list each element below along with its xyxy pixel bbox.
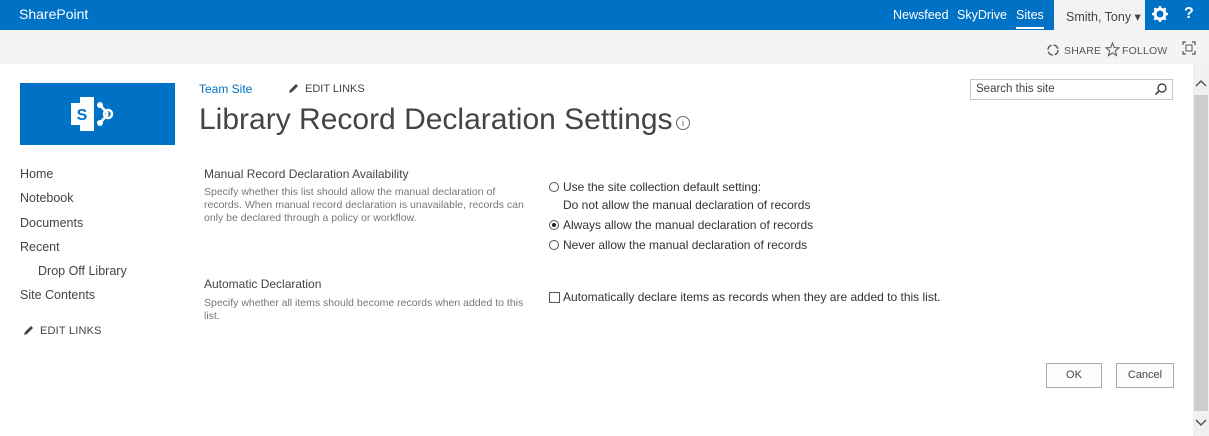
nav-home[interactable]: Home xyxy=(20,167,53,181)
skydrive-link[interactable]: SkyDrive xyxy=(957,8,1007,22)
radio-always-allow[interactable] xyxy=(549,220,559,230)
nav-drop-off-library[interactable]: Drop Off Library xyxy=(38,264,127,278)
search-input[interactable]: Search this site xyxy=(970,79,1173,100)
option-always-allow-label: Always allow the manual declaration of r… xyxy=(563,218,814,232)
sharepoint-logo-icon: S xyxy=(71,97,114,131)
nav-documents[interactable]: Documents xyxy=(20,216,83,230)
cancel-button[interactable]: Cancel xyxy=(1116,363,1174,388)
ribbon-bar xyxy=(0,30,1209,64)
scrollbar-thumb[interactable] xyxy=(1194,95,1208,411)
help-icon[interactable]: ? xyxy=(1184,5,1194,23)
pencil-icon[interactable] xyxy=(287,83,299,95)
nav-edit-links[interactable]: EDIT LINKS xyxy=(40,325,102,337)
svg-text:S: S xyxy=(77,107,88,124)
auto-declare-label: Automatically declare items as records w… xyxy=(563,290,941,304)
newsfeed-link[interactable]: Newsfeed xyxy=(893,8,949,22)
manual-section-description: Specify whether this list should allow t… xyxy=(204,186,524,224)
follow-button[interactable]: FOLLOW xyxy=(1122,45,1168,57)
option-use-default-detail: Do not allow the manual declaration of r… xyxy=(563,198,811,212)
page-title: Library Record Declaration Settings xyxy=(199,103,673,136)
ok-button[interactable]: OK xyxy=(1046,363,1102,388)
radio-never-allow[interactable] xyxy=(549,240,559,250)
share-icon[interactable] xyxy=(1046,43,1060,57)
automatic-section-title: Automatic Declaration xyxy=(204,277,322,291)
gear-icon[interactable] xyxy=(1151,5,1169,23)
search-icon[interactable] xyxy=(1154,82,1168,96)
site-logo[interactable]: S xyxy=(20,83,175,145)
auto-declare-checkbox[interactable] xyxy=(549,292,560,303)
option-never-allow-label: Never allow the manual declaration of re… xyxy=(563,238,808,252)
sharepoint-brand[interactable]: SharePoint xyxy=(19,6,88,22)
share-button[interactable]: SHARE xyxy=(1064,45,1101,57)
focus-content-icon[interactable] xyxy=(1182,41,1196,55)
sites-link[interactable]: Sites xyxy=(1016,8,1044,29)
breadcrumb-team-site[interactable]: Team Site xyxy=(199,82,252,96)
manual-section-title: Manual Record Declaration Availability xyxy=(204,167,409,181)
user-menu[interactable]: Smith, Tony ▾ xyxy=(1066,9,1141,24)
option-use-default-label: Use the site collection default setting: xyxy=(563,180,762,194)
nav-site-contents[interactable]: Site Contents xyxy=(20,288,95,302)
pencil-icon[interactable] xyxy=(22,325,34,337)
nav-notebook[interactable]: Notebook xyxy=(20,191,74,205)
scroll-up-arrow-icon[interactable] xyxy=(1195,78,1207,88)
nav-recent[interactable]: Recent xyxy=(20,240,60,254)
suite-bar: SharePoint Newsfeed SkyDrive Sites xyxy=(0,0,1209,30)
info-icon[interactable]: i xyxy=(676,116,690,130)
automatic-section-description: Specify whether all items should become … xyxy=(204,297,524,322)
star-icon[interactable] xyxy=(1105,42,1120,57)
scroll-down-arrow-icon[interactable] xyxy=(1195,418,1207,428)
header-edit-links[interactable]: EDIT LINKS xyxy=(305,83,365,95)
search-placeholder: Search this site xyxy=(976,83,1055,95)
radio-use-default[interactable] xyxy=(549,182,559,192)
